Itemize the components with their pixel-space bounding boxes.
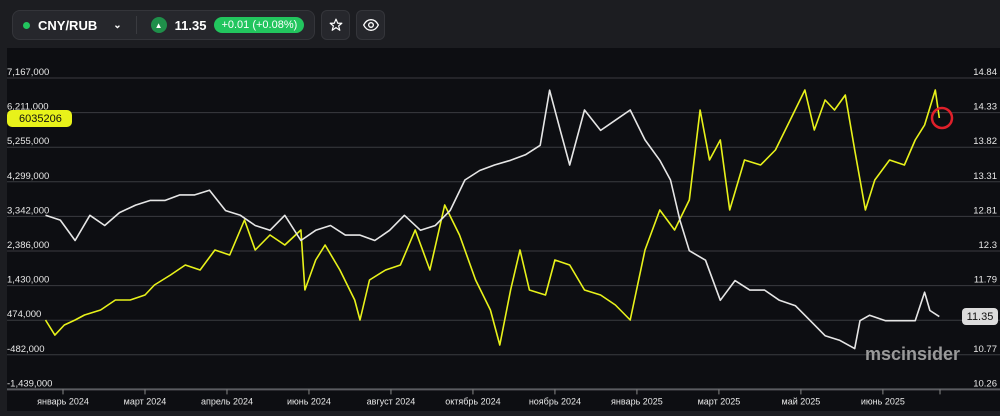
right-tick-label: 14.33 — [973, 102, 997, 113]
right-tick-label: 14.84 — [973, 67, 997, 78]
x-tick-label: январь 2025 — [611, 396, 663, 406]
left-tick-label: 7,167,000 — [7, 67, 49, 78]
left-tick-label: 474,000 — [7, 309, 41, 320]
chart-svg: 7,167,000 14.846,211,000 14.335,255,000 13.… — [7, 67, 1000, 406]
x-tick-label: июнь 2024 — [287, 396, 331, 406]
eye-icon — [362, 18, 379, 32]
x-tick-label: март 2024 — [124, 396, 167, 406]
star-icon — [329, 18, 343, 31]
left-tick-label: -482,000 — [7, 344, 45, 355]
right-tick-label: 11.79 — [974, 275, 997, 286]
left-tick-label: 2,386,000 — [7, 240, 49, 251]
left-tick-label: -1,439,000 — [7, 378, 52, 389]
right-tick-label: 10.77 — [973, 344, 997, 355]
x-tick-label: ноябрь 2024 — [529, 396, 581, 406]
price-label: 11.35 — [174, 17, 207, 33]
watch-button[interactable] — [356, 10, 386, 40]
right-tick-label: 13.82 — [973, 136, 997, 147]
x-tick-label: июнь 2025 — [861, 396, 905, 406]
divider — [135, 16, 137, 34]
series-line-volume — [44, 89, 941, 346]
watermark-text: mscinsider — [865, 344, 960, 364]
toolbar: CNY/RUB ⌄ ▲ 11.35 +0.01 (+0.08%) — [12, 10, 386, 40]
status-dot-icon — [23, 21, 30, 29]
x-tick-label: январь 2024 — [37, 396, 89, 406]
right-tick-label: 12.3 — [979, 240, 998, 251]
right-tick-label: 13.31 — [973, 171, 997, 182]
pair-label: CNY/RUB — [38, 17, 98, 33]
x-tick-label: апрель 2024 — [201, 396, 253, 406]
x-tick-label: май 2025 — [782, 396, 821, 406]
left-tick-label: 5,255,000 — [7, 136, 49, 147]
left-value-label: 6035206 — [19, 113, 62, 125]
triangle-up-icon: ▲ — [150, 17, 167, 33]
chevron-down-icon: ⌄ — [113, 19, 122, 31]
change-badge: +0.01 (+0.08%) — [214, 17, 305, 33]
left-tick-label: 1,430,000 — [7, 275, 49, 286]
right-tick-label: 10.26 — [973, 378, 997, 389]
left-tick-label: 4,299,000 — [7, 171, 49, 182]
favorite-button[interactable] — [321, 10, 351, 40]
instrument-selector[interactable]: CNY/RUB ⌄ ▲ 11.35 +0.01 (+0.08%) — [12, 10, 316, 40]
last-point-marker — [930, 106, 954, 130]
x-tick-label: октябрь 2024 — [445, 396, 500, 406]
left-tick-label: 3,342,000 — [7, 205, 49, 216]
right-tick-label: 12.81 — [973, 205, 997, 216]
x-tick-label: август 2024 — [367, 396, 416, 406]
series-line-price — [45, 89, 940, 350]
right-value-label: 11.35 — [967, 311, 994, 323]
chart-area: 7,167,000 14.84 6,211,000 14.33 5,255,000 13.… — [7, 48, 1000, 411]
x-tick-label: март 2025 — [698, 396, 741, 406]
